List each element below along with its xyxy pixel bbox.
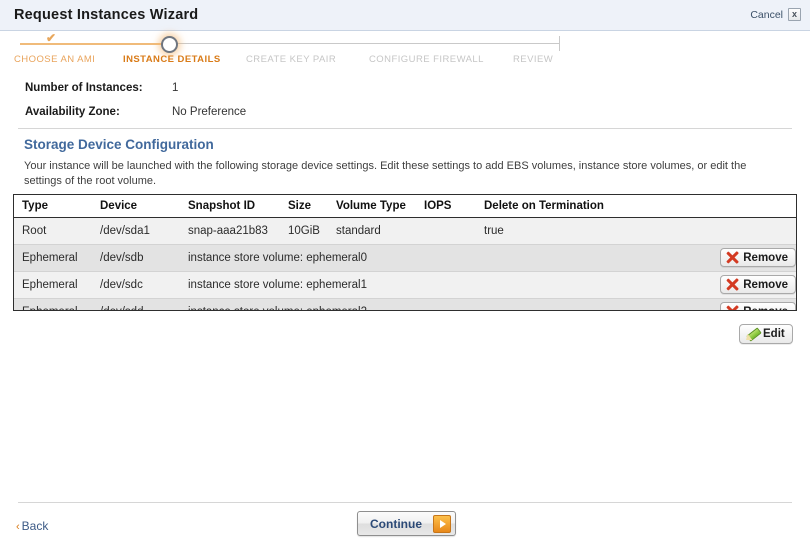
cell-type: Ephemeral (14, 298, 92, 310)
edit-button-label: Edit (763, 328, 785, 340)
progress-line-remaining (172, 43, 560, 44)
step-configure-firewall[interactable]: Configure Firewall (369, 54, 484, 65)
remove-icon (726, 278, 739, 291)
cell-actions: Remove (696, 271, 796, 299)
cell-description: instance store volume: ephemeral0 (180, 244, 696, 272)
page-title: Request Instances Wizard (14, 7, 199, 23)
back-link[interactable]: ‹ Back (16, 519, 48, 533)
progress-end-tick (559, 36, 560, 51)
remove-button[interactable]: Remove (720, 302, 796, 311)
cell-actions: Remove (696, 298, 796, 311)
cancel-group: Cancel x (750, 8, 801, 21)
divider-top (18, 128, 792, 129)
step-instance-details[interactable]: Instance Details (123, 54, 221, 65)
remove-button-label: Remove (743, 306, 788, 311)
column-header-actions (696, 195, 796, 218)
remove-button-label: Remove (743, 251, 788, 264)
table-row[interactable]: Ephemeral /dev/sdd instance store volume… (14, 298, 796, 311)
cell-type: Root (14, 217, 92, 245)
edit-button[interactable]: Edit (739, 324, 793, 344)
table-row[interactable]: Root /dev/sda1 snap-aaa21b83 10GiB stand… (14, 217, 796, 245)
progress-current-marker (161, 36, 178, 53)
step-choose-an-ami[interactable]: Choose an AMI (14, 54, 95, 65)
continue-button[interactable]: Continue (357, 511, 456, 536)
cancel-link[interactable]: Cancel (750, 9, 783, 21)
continue-button-label: Continue (370, 516, 422, 531)
cell-snapshot-id: snap-aaa21b83 (180, 217, 280, 245)
dialog-titlebar: Request Instances Wizard Cancel x (0, 0, 810, 31)
table-row[interactable]: Ephemeral /dev/sdc instance store volume… (14, 271, 796, 299)
check-icon: ✔ (46, 31, 57, 45)
cell-delete-on-termination: true (476, 217, 696, 245)
column-header-delete-on-termination: Delete on Termination (476, 195, 696, 218)
back-link-label: Back (21, 519, 49, 533)
wizard-step-labels: Choose an AMI Instance Details Create Ke… (0, 54, 810, 72)
wizard-progress: ✔ Choose an AMI Instance Details Create … (0, 31, 810, 73)
step-review[interactable]: Review (513, 54, 553, 65)
remove-button[interactable]: Remove (720, 248, 796, 267)
step-create-key-pair[interactable]: Create Key Pair (246, 54, 336, 65)
pencil-icon (745, 327, 759, 341)
remove-icon (726, 305, 739, 310)
column-header-snapshot-id: Snapshot ID (180, 195, 280, 218)
section-description: Your instance will be launched with the … (24, 160, 747, 187)
number-of-instances-label: Number of Instances: (25, 82, 143, 94)
cell-description: instance store volume: ephemeral1 (180, 271, 696, 299)
storage-device-table: Type Device Snapshot ID Size Volume Type… (14, 195, 796, 311)
cell-actions: Remove (696, 244, 796, 272)
number-of-instances-value: 1 (172, 82, 179, 94)
cell-size: 10GiB (280, 217, 328, 245)
section-title-storage-device-configuration: Storage Device Configuration (24, 137, 214, 152)
arrow-right-icon (433, 514, 451, 533)
progress-line-completed (20, 43, 172, 45)
cell-device: /dev/sda1 (92, 217, 180, 245)
cell-device: /dev/sdc (92, 271, 180, 299)
remove-button[interactable]: Remove (720, 275, 796, 294)
remove-icon (726, 251, 739, 264)
table-row[interactable]: Ephemeral /dev/sdb instance store volume… (14, 244, 796, 272)
edit-button-container: Edit (739, 324, 793, 346)
cell-iops (416, 217, 476, 245)
availability-zone-value: No Preference (172, 106, 247, 118)
storage-device-table-body: Root /dev/sda1 snap-aaa21b83 10GiB stand… (14, 217, 796, 311)
storage-device-table-scroll[interactable]: Type Device Snapshot ID Size Volume Type… (13, 194, 797, 311)
cell-actions (696, 217, 796, 245)
availability-zone-label: Availability Zone: (25, 106, 120, 118)
cell-type: Ephemeral (14, 271, 92, 299)
column-header-volume-type: Volume Type (328, 195, 416, 218)
remove-button-label: Remove (743, 278, 788, 291)
cell-device: /dev/sdb (92, 244, 180, 272)
divider-bottom (18, 502, 792, 503)
cell-description: instance store volume: ephemeral2 (180, 298, 696, 310)
cell-device: /dev/sdd (92, 298, 180, 310)
column-header-size: Size (280, 195, 328, 218)
chevron-left-icon: ‹ (16, 521, 20, 533)
cell-volume-type: standard (328, 217, 416, 245)
cell-type: Ephemeral (14, 244, 92, 272)
close-icon[interactable]: x (788, 8, 801, 21)
table-header-row: Type Device Snapshot ID Size Volume Type… (14, 195, 796, 218)
column-header-type: Type (14, 195, 92, 218)
column-header-iops: IOPS (416, 195, 476, 218)
request-instances-wizard-dialog: Request Instances Wizard Cancel x ✔ Choo… (0, 0, 810, 547)
column-header-device: Device (92, 195, 180, 218)
